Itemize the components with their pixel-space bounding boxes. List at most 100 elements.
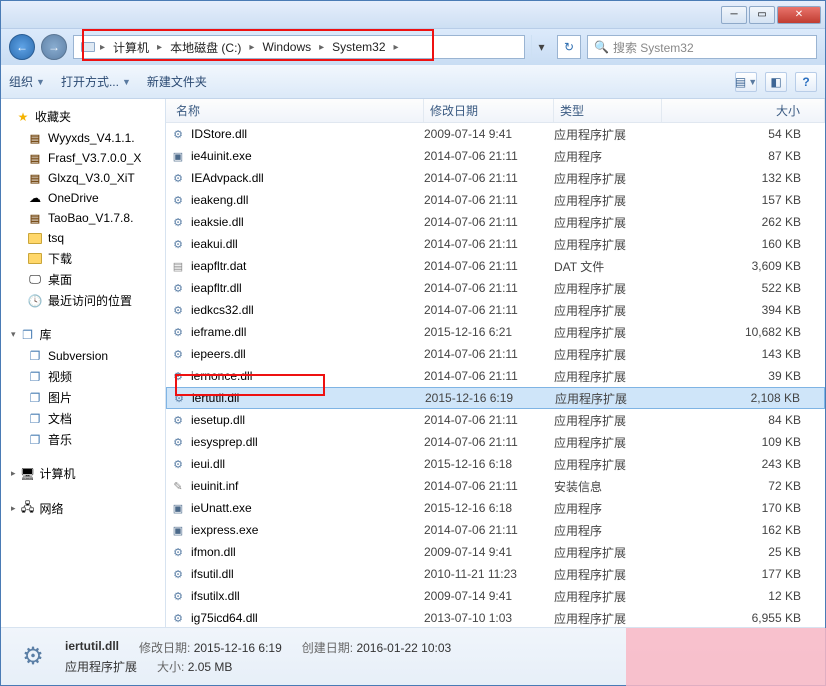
- file-date: 2014-07-06 21:11: [424, 479, 554, 493]
- sidebar-item-label: 最近访问的位置: [48, 292, 132, 309]
- breadcrumb-windows[interactable]: Windows: [258, 40, 315, 54]
- file-date: 2010-11-21 11:23: [424, 567, 554, 581]
- breadcrumb[interactable]: ▸ 计算机 ▸ 本地磁盘 (C:) ▸ Windows ▸ System32 ▸: [73, 35, 525, 59]
- inf-icon: [170, 478, 186, 494]
- network-header[interactable]: ▸ 🖧 网络: [9, 497, 165, 520]
- file-type: 应用程序扩展: [554, 346, 662, 363]
- file-row[interactable]: ifmon.dll 2009-07-14 9:41 应用程序扩展 25 KB: [166, 541, 825, 563]
- search-input[interactable]: 🔍 搜索 System32: [587, 35, 817, 59]
- chevron-right-icon: ▸: [394, 42, 399, 53]
- libraries-group: ▾ ❐ 库 ❐Subversion❐视频❐图片❐文档❐音乐: [9, 323, 165, 450]
- breadcrumb-system32[interactable]: System32: [328, 40, 389, 54]
- close-button[interactable]: ✕: [777, 6, 821, 24]
- exe-icon: [170, 522, 186, 538]
- sidebar-item[interactable]: ▤Frasf_V3.7.0.0_X: [9, 148, 165, 168]
- preview-pane-button[interactable]: ◧: [765, 72, 787, 92]
- file-row[interactable]: iexpress.exe 2014-07-06 21:11 应用程序 162 K…: [166, 519, 825, 541]
- column-size[interactable]: 大小: [662, 99, 825, 122]
- sidebar-item[interactable]: 🖵桌面: [9, 269, 165, 290]
- sidebar-item[interactable]: 🕓最近访问的位置: [9, 290, 165, 311]
- file-row[interactable]: ieakeng.dll 2014-07-06 21:11 应用程序扩展 157 …: [166, 189, 825, 211]
- file-row[interactable]: iertutil.dll 2015-12-16 6:19 应用程序扩展 2,10…: [166, 387, 825, 409]
- column-name[interactable]: 名称: [170, 99, 424, 122]
- file-size: 262 KB: [662, 215, 825, 229]
- file-row[interactable]: IEAdvpack.dll 2014-07-06 21:11 应用程序扩展 13…: [166, 167, 825, 189]
- libraries-header[interactable]: ▾ ❐ 库: [9, 323, 165, 346]
- maximize-button[interactable]: ▭: [749, 6, 775, 24]
- sidebar-item-label: 文档: [48, 410, 72, 427]
- file-size: 162 KB: [662, 523, 825, 537]
- file-row[interactable]: ieui.dll 2015-12-16 6:18 应用程序扩展 243 KB: [166, 453, 825, 475]
- file-row[interactable]: iedkcs32.dll 2014-07-06 21:11 应用程序扩展 394…: [166, 299, 825, 321]
- file-row[interactable]: iernonce.dll 2014-07-06 21:11 应用程序扩展 39 …: [166, 365, 825, 387]
- open-with-menu[interactable]: 打开方式...▼: [61, 73, 131, 90]
- file-row[interactable]: ie4uinit.exe 2014-07-06 21:11 应用程序 87 KB: [166, 145, 825, 167]
- sidebar-item[interactable]: ❐音乐: [9, 429, 165, 450]
- network-group: ▸ 🖧 网络: [9, 497, 165, 520]
- file-row[interactable]: IDStore.dll 2009-07-14 9:41 应用程序扩展 54 KB: [166, 123, 825, 145]
- nav-forward-button[interactable]: →: [41, 34, 67, 60]
- file-row[interactable]: iesysprep.dll 2014-07-06 21:11 应用程序扩展 10…: [166, 431, 825, 453]
- dll-icon: [170, 302, 186, 318]
- refresh-button[interactable]: ↻: [557, 35, 581, 59]
- search-placeholder: 搜索 System32: [613, 39, 694, 56]
- file-row[interactable]: ieapfltr.dat 2014-07-06 21:11 DAT 文件 3,6…: [166, 255, 825, 277]
- breadcrumb-drive[interactable]: 本地磁盘 (C:): [166, 39, 245, 56]
- breadcrumb-computer[interactable]: 计算机: [109, 39, 153, 56]
- view-options-button[interactable]: ▤▼: [735, 72, 757, 92]
- file-date: 2015-12-16 6:19: [425, 391, 555, 405]
- breadcrumb-dropdown[interactable]: ▾: [531, 35, 551, 59]
- sidebar-item[interactable]: ▤Wyyxds_V4.1.1.: [9, 128, 165, 148]
- file-size: 87 KB: [662, 149, 825, 163]
- sidebar-item[interactable]: ❐Subversion: [9, 346, 165, 366]
- file-size: 177 KB: [662, 567, 825, 581]
- sidebar-item[interactable]: 下载: [9, 248, 165, 269]
- file-row[interactable]: ieapfltr.dll 2014-07-06 21:11 应用程序扩展 522…: [166, 277, 825, 299]
- favorites-header[interactable]: ★ 收藏夹: [9, 105, 165, 128]
- sidebar-item[interactable]: ❐文档: [9, 408, 165, 429]
- file-row[interactable]: ieaksie.dll 2014-07-06 21:11 应用程序扩展 262 …: [166, 211, 825, 233]
- nav-back-button[interactable]: ←: [9, 34, 35, 60]
- file-name: ieUnatt.exe: [191, 501, 252, 515]
- column-headers: 名称 修改日期 类型 大小: [166, 99, 825, 123]
- column-date[interactable]: 修改日期: [424, 99, 554, 122]
- sidebar-item[interactable]: ☁OneDrive: [9, 188, 165, 208]
- file-size: 522 KB: [662, 281, 825, 295]
- organize-menu[interactable]: 组织▼: [9, 73, 45, 90]
- file-row[interactable]: ieakui.dll 2014-07-06 21:11 应用程序扩展 160 K…: [166, 233, 825, 255]
- titlebar: ─ ▭ ✕: [1, 1, 825, 29]
- dll-icon: [170, 170, 186, 186]
- file-name: IDStore.dll: [191, 127, 247, 141]
- sidebar-item-label: 音乐: [48, 431, 72, 448]
- computer-header[interactable]: ▸ 🖥 计算机: [9, 462, 165, 485]
- file-row[interactable]: ieuinit.inf 2014-07-06 21:11 安装信息 72 KB: [166, 475, 825, 497]
- dll-icon: [170, 456, 186, 472]
- dll-icon: [170, 368, 186, 384]
- file-size: 84 KB: [662, 413, 825, 427]
- file-date: 2013-07-10 1:03: [424, 611, 554, 625]
- file-list-pane: 名称 修改日期 类型 大小 IDStore.dll 2009-07-14 9:4…: [166, 99, 825, 627]
- file-size: 3,609 KB: [662, 259, 825, 273]
- details-date: 2015-12-16 6:19: [194, 641, 282, 655]
- sidebar-item[interactable]: ❐图片: [9, 387, 165, 408]
- file-row[interactable]: iepeers.dll 2014-07-06 21:11 应用程序扩展 143 …: [166, 343, 825, 365]
- sidebar-item[interactable]: ❐视频: [9, 366, 165, 387]
- sidebar-item[interactable]: ▤TaoBao_V1.7.8.: [9, 208, 165, 228]
- sidebar-item[interactable]: tsq: [9, 228, 165, 248]
- column-type[interactable]: 类型: [554, 99, 662, 122]
- file-row[interactable]: ieUnatt.exe 2015-12-16 6:18 应用程序 170 KB: [166, 497, 825, 519]
- new-folder-button[interactable]: 新建文件夹: [147, 73, 207, 90]
- sidebar-item[interactable]: ▤Glxzq_V3.0_XiT: [9, 168, 165, 188]
- file-row[interactable]: ifsutil.dll 2010-11-21 11:23 应用程序扩展 177 …: [166, 563, 825, 585]
- file-row[interactable]: ig75icd64.dll 2013-07-10 1:03 应用程序扩展 6,9…: [166, 607, 825, 627]
- address-bar: ← → ▸ 计算机 ▸ 本地磁盘 (C:) ▸ Windows ▸ System…: [1, 29, 825, 65]
- file-date: 2014-07-06 21:11: [424, 171, 554, 185]
- file-row[interactable]: iesetup.dll 2014-07-06 21:11 应用程序扩展 84 K…: [166, 409, 825, 431]
- help-button[interactable]: ?: [795, 72, 817, 92]
- minimize-button[interactable]: ─: [721, 6, 747, 24]
- file-name: iesysprep.dll: [191, 435, 258, 449]
- sidebar-item-label: 下载: [48, 250, 72, 267]
- file-row[interactable]: ifsutilx.dll 2009-07-14 9:41 应用程序扩展 12 K…: [166, 585, 825, 607]
- file-row[interactable]: ieframe.dll 2015-12-16 6:21 应用程序扩展 10,68…: [166, 321, 825, 343]
- chevron-down-icon: ▾: [11, 329, 16, 340]
